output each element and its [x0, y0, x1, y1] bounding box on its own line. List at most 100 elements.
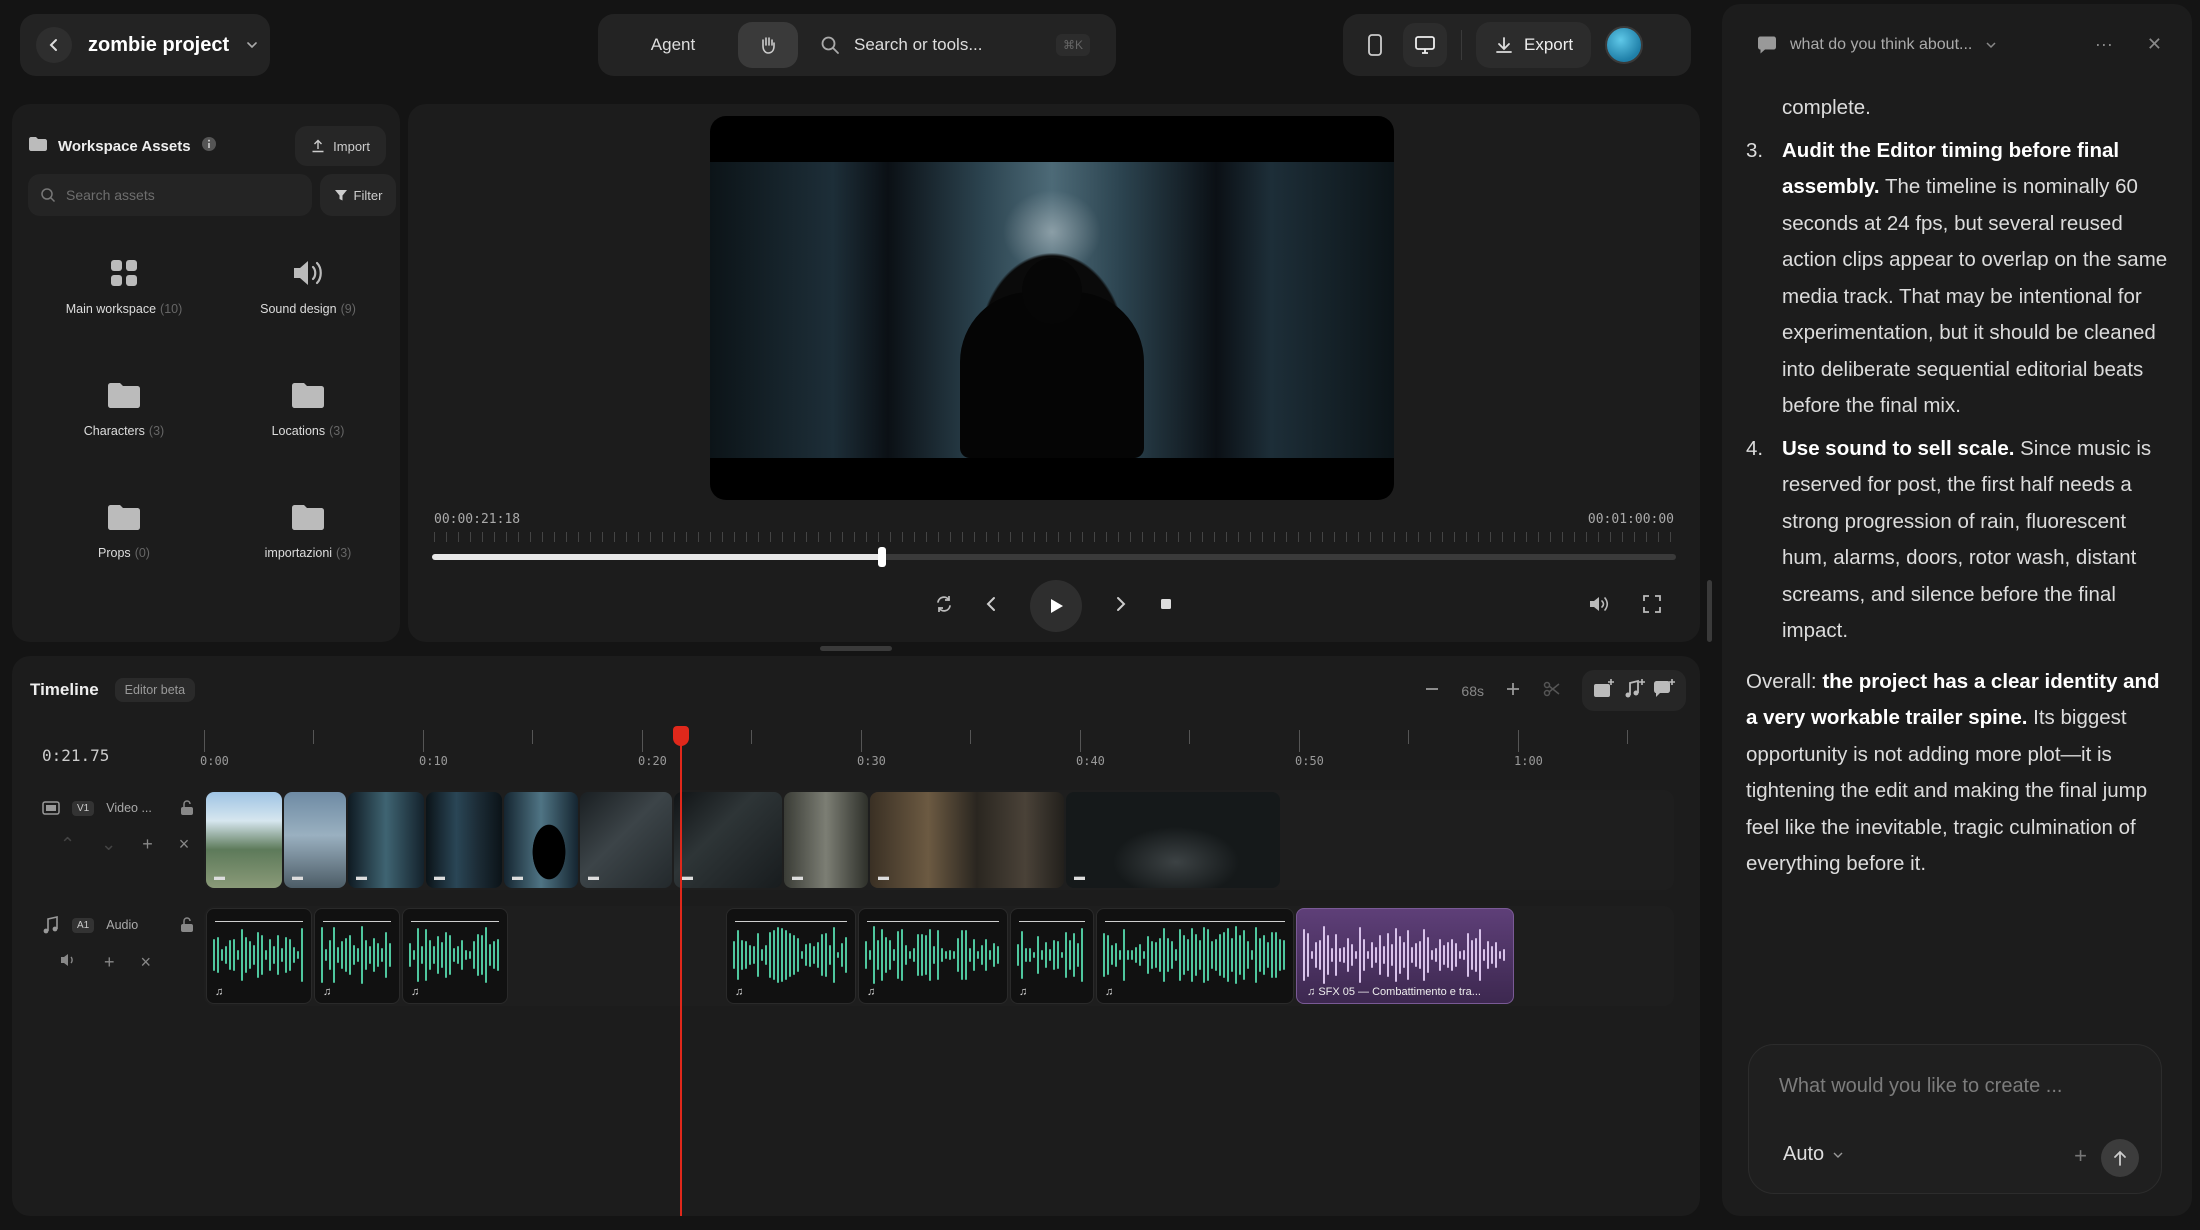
film-icon: ▬ [434, 871, 445, 883]
waveform-bar [737, 930, 739, 980]
waveform-bar [1427, 937, 1429, 973]
stop-button[interactable] [1158, 596, 1174, 617]
assets-search-input[interactable]: Search assets [28, 174, 312, 216]
track-add-button[interactable]: + [142, 834, 153, 855]
track-remove-button[interactable]: × [141, 952, 152, 973]
waveform-bar [485, 927, 487, 983]
folder-locations[interactable]: Locations (3) [228, 374, 388, 438]
video-frame-image [710, 162, 1394, 458]
timeline-panel: Timeline Editor beta 68s 0:21.75 0:00 0:… [12, 656, 1700, 1216]
timeline-toolbar: 68s [1423, 670, 1686, 711]
audio-clip[interactable]: ♫ [206, 908, 312, 1004]
back-button[interactable] [36, 27, 72, 63]
video-clip[interactable]: ▬ [674, 792, 782, 888]
assets-search-placeholder: Search assets [66, 187, 155, 203]
side-resize-handle[interactable] [1707, 580, 1712, 642]
folder-characters[interactable]: Characters (3) [44, 374, 204, 438]
close-icon[interactable]: ✕ [2147, 34, 2162, 55]
agent-button[interactable]: Agent [608, 22, 738, 68]
video-clip[interactable]: ▬ [348, 792, 424, 888]
volume-button[interactable] [1588, 594, 1610, 619]
zoom-in-button[interactable] [1504, 680, 1522, 701]
import-button[interactable]: Import [295, 126, 386, 166]
project-menu[interactable]: zombie project [20, 14, 270, 76]
video-clip[interactable]: ▬ [426, 792, 502, 888]
music-note-icon: ♫ [867, 986, 876, 998]
waveform-bar [1029, 947, 1031, 963]
video-clip[interactable]: ▬ [870, 792, 1064, 888]
waveform-bar [245, 936, 247, 974]
waveform-bar [1151, 940, 1153, 970]
folder-sound-design[interactable]: Sound design (9) [228, 252, 388, 316]
audio-clip[interactable]: ♫ [1010, 908, 1094, 1004]
more-options-icon[interactable]: ··· [2095, 34, 2113, 55]
send-button[interactable] [2101, 1139, 2139, 1177]
audio-clip[interactable]: ♫ [858, 908, 1008, 1004]
video-player[interactable] [710, 116, 1394, 500]
folder-importazioni[interactable]: importazioni (3) [228, 496, 388, 560]
ruler-tick [642, 730, 643, 752]
audio-clip[interactable]: ♫ [402, 908, 508, 1004]
prompt-input[interactable]: What would you like to create ... [1779, 1075, 2062, 1098]
panel-resize-handle[interactable] [820, 646, 892, 651]
fullscreen-button[interactable] [1642, 594, 1662, 619]
folder-name: Locations [271, 424, 326, 438]
folder-props[interactable]: Props (0) [44, 496, 204, 560]
info-icon[interactable] [201, 136, 217, 156]
track-mute-button[interactable] [60, 952, 78, 973]
sfx-audio-clip[interactable]: ♫ SFX 05 — Combattimento e tra... [1296, 908, 1514, 1004]
desktop-view-button[interactable] [1403, 23, 1447, 67]
track-remove-button[interactable]: × [179, 834, 190, 855]
waveform-bar [389, 942, 391, 968]
divider [1461, 30, 1462, 60]
track-up-button[interactable]: ⌃ [60, 834, 75, 855]
track-add-button[interactable]: + [104, 952, 115, 973]
chevron-down-icon[interactable] [245, 38, 259, 52]
video-clip[interactable]: ▬ [504, 792, 578, 888]
zoom-out-button[interactable] [1423, 680, 1441, 701]
video-clip[interactable]: ▬ [784, 792, 868, 888]
audio-clip[interactable]: ♫ [1096, 908, 1294, 1004]
mobile-view-button[interactable] [1353, 23, 1397, 67]
video-clip[interactable]: ▬ [206, 792, 282, 888]
video-clip[interactable]: ▬ [580, 792, 672, 888]
mode-select[interactable]: Auto [1783, 1143, 1844, 1166]
audio-track-lane[interactable]: ♫ ♫ ♫ ♫ ♫ ♫ ♫ ♫ SFX 05 — Combattimento e… [204, 906, 1674, 1006]
waveform-bar [1243, 930, 1245, 980]
previous-button[interactable] [982, 594, 1002, 619]
add-audio-track-button[interactable] [1622, 678, 1646, 703]
add-comment-button[interactable] [1652, 678, 1676, 703]
waveform-bar [929, 929, 931, 981]
agent-mode-toggle[interactable] [738, 22, 798, 68]
export-button[interactable]: Export [1476, 22, 1592, 68]
waveform-bar [1439, 939, 1441, 971]
search-tools-input[interactable]: Search or tools... ⌘K [820, 34, 1090, 56]
folder-icon [228, 496, 388, 538]
next-button[interactable] [1110, 594, 1130, 619]
timeline-ruler[interactable]: 0:00 0:10 0:20 0:30 0:40 0:50 1:00 [200, 730, 1644, 772]
unlock-icon [181, 917, 193, 932]
waveform-bar [1263, 935, 1265, 975]
loop-button[interactable] [934, 594, 954, 619]
video-track-lane[interactable]: ▬ ▬ ▬ ▬ ▬ ▬ ▬ ▬ ▬ ▬ [204, 790, 1674, 890]
avatar[interactable] [1605, 26, 1644, 64]
audio-clip[interactable]: ♫ [314, 908, 400, 1004]
filter-button[interactable]: Filter [320, 174, 396, 216]
scrub-handle[interactable] [878, 547, 887, 567]
scrub-bar[interactable] [432, 547, 1676, 567]
track-down-button[interactable]: ⌄ [101, 834, 116, 855]
waveform-bar [349, 934, 351, 976]
video-clip[interactable]: ▬ [284, 792, 346, 888]
play-button[interactable] [1030, 580, 1082, 632]
audio-clip[interactable]: ♫ [726, 908, 856, 1004]
playhead-handle[interactable] [673, 726, 689, 746]
video-clip[interactable]: ▬ [1066, 792, 1280, 888]
attach-button[interactable]: + [2074, 1143, 2087, 1169]
folder-main-workspace[interactable]: Main workspace (10) [44, 252, 204, 316]
playhead[interactable] [680, 728, 682, 1216]
add-video-track-button[interactable] [1592, 678, 1616, 703]
waveform-bar [469, 950, 471, 960]
conversation-title[interactable]: what do you think about... [1790, 36, 1972, 54]
waveform-bar [785, 929, 787, 981]
split-button[interactable] [1542, 679, 1562, 702]
